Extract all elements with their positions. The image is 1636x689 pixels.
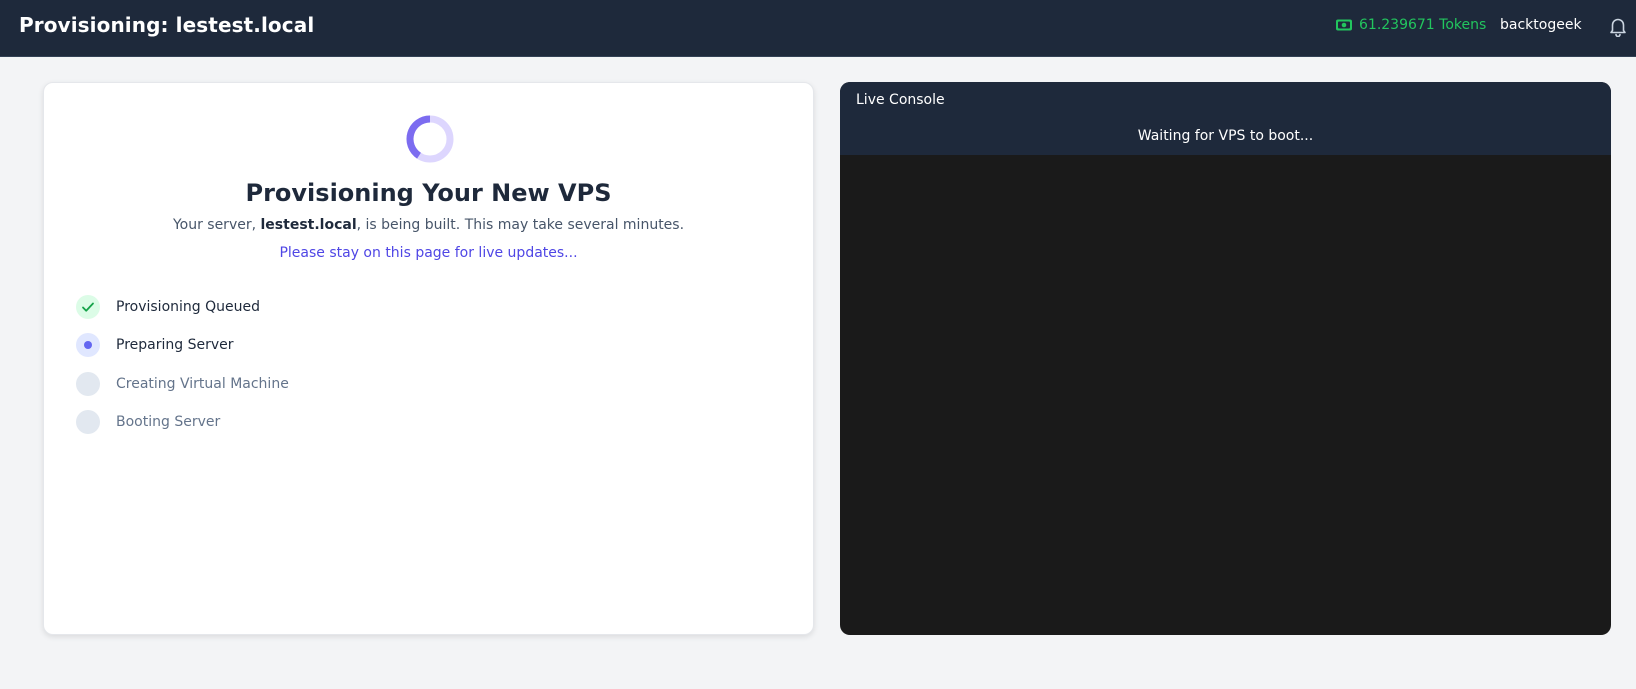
- live-console-panel[interactable]: Live Console Waiting for VPS to boot...: [840, 82, 1611, 635]
- cash-icon: [1335, 18, 1353, 32]
- check-icon: [76, 295, 100, 319]
- step-provisioning-queued: Provisioning Queued: [76, 295, 476, 319]
- token-balance-text: 61.239671 Tokens: [1359, 17, 1487, 33]
- step-label: Creating Virtual Machine: [116, 376, 289, 392]
- page-title: Provisioning: lestest.local: [19, 13, 315, 37]
- bell-icon[interactable]: [1607, 15, 1629, 38]
- live-updates-notice: Please stay on this page for live update…: [279, 245, 578, 261]
- step-preparing-server: Preparing Server: [76, 333, 476, 357]
- active-step-icon: [76, 333, 100, 357]
- pending-step-icon: [76, 410, 100, 434]
- description-prefix: Your server,: [172, 217, 261, 233]
- server-name: lestest.local: [260, 217, 357, 233]
- loading-spinner-icon: [405, 114, 455, 164]
- token-balance[interactable]: 61.239671 Tokens: [1335, 17, 1486, 33]
- step-label: Preparing Server: [116, 337, 234, 353]
- console-header: Live Console Waiting for VPS to boot...: [840, 82, 1611, 155]
- console-title: Live Console: [856, 92, 945, 108]
- provisioning-description: Your server, lestest.local, is being bui…: [44, 217, 813, 233]
- step-booting-server: Booting Server: [76, 410, 476, 434]
- top-bar: Provisioning: lestest.local 61.239671 To…: [0, 0, 1636, 57]
- pending-step-icon: [76, 372, 100, 396]
- step-label: Provisioning Queued: [116, 299, 260, 315]
- step-label: Booting Server: [116, 414, 221, 430]
- console-status: Waiting for VPS to boot...: [1137, 128, 1314, 144]
- user-menu[interactable]: backtogeek: [1500, 17, 1582, 33]
- step-creating-virtual-machine: Creating Virtual Machine: [76, 372, 476, 396]
- provisioning-card: Provisioning Your New VPS Your server, l…: [43, 82, 814, 635]
- provisioning-heading: Provisioning Your New VPS: [245, 179, 612, 207]
- description-suffix: , is being built. This may take several …: [356, 217, 685, 233]
